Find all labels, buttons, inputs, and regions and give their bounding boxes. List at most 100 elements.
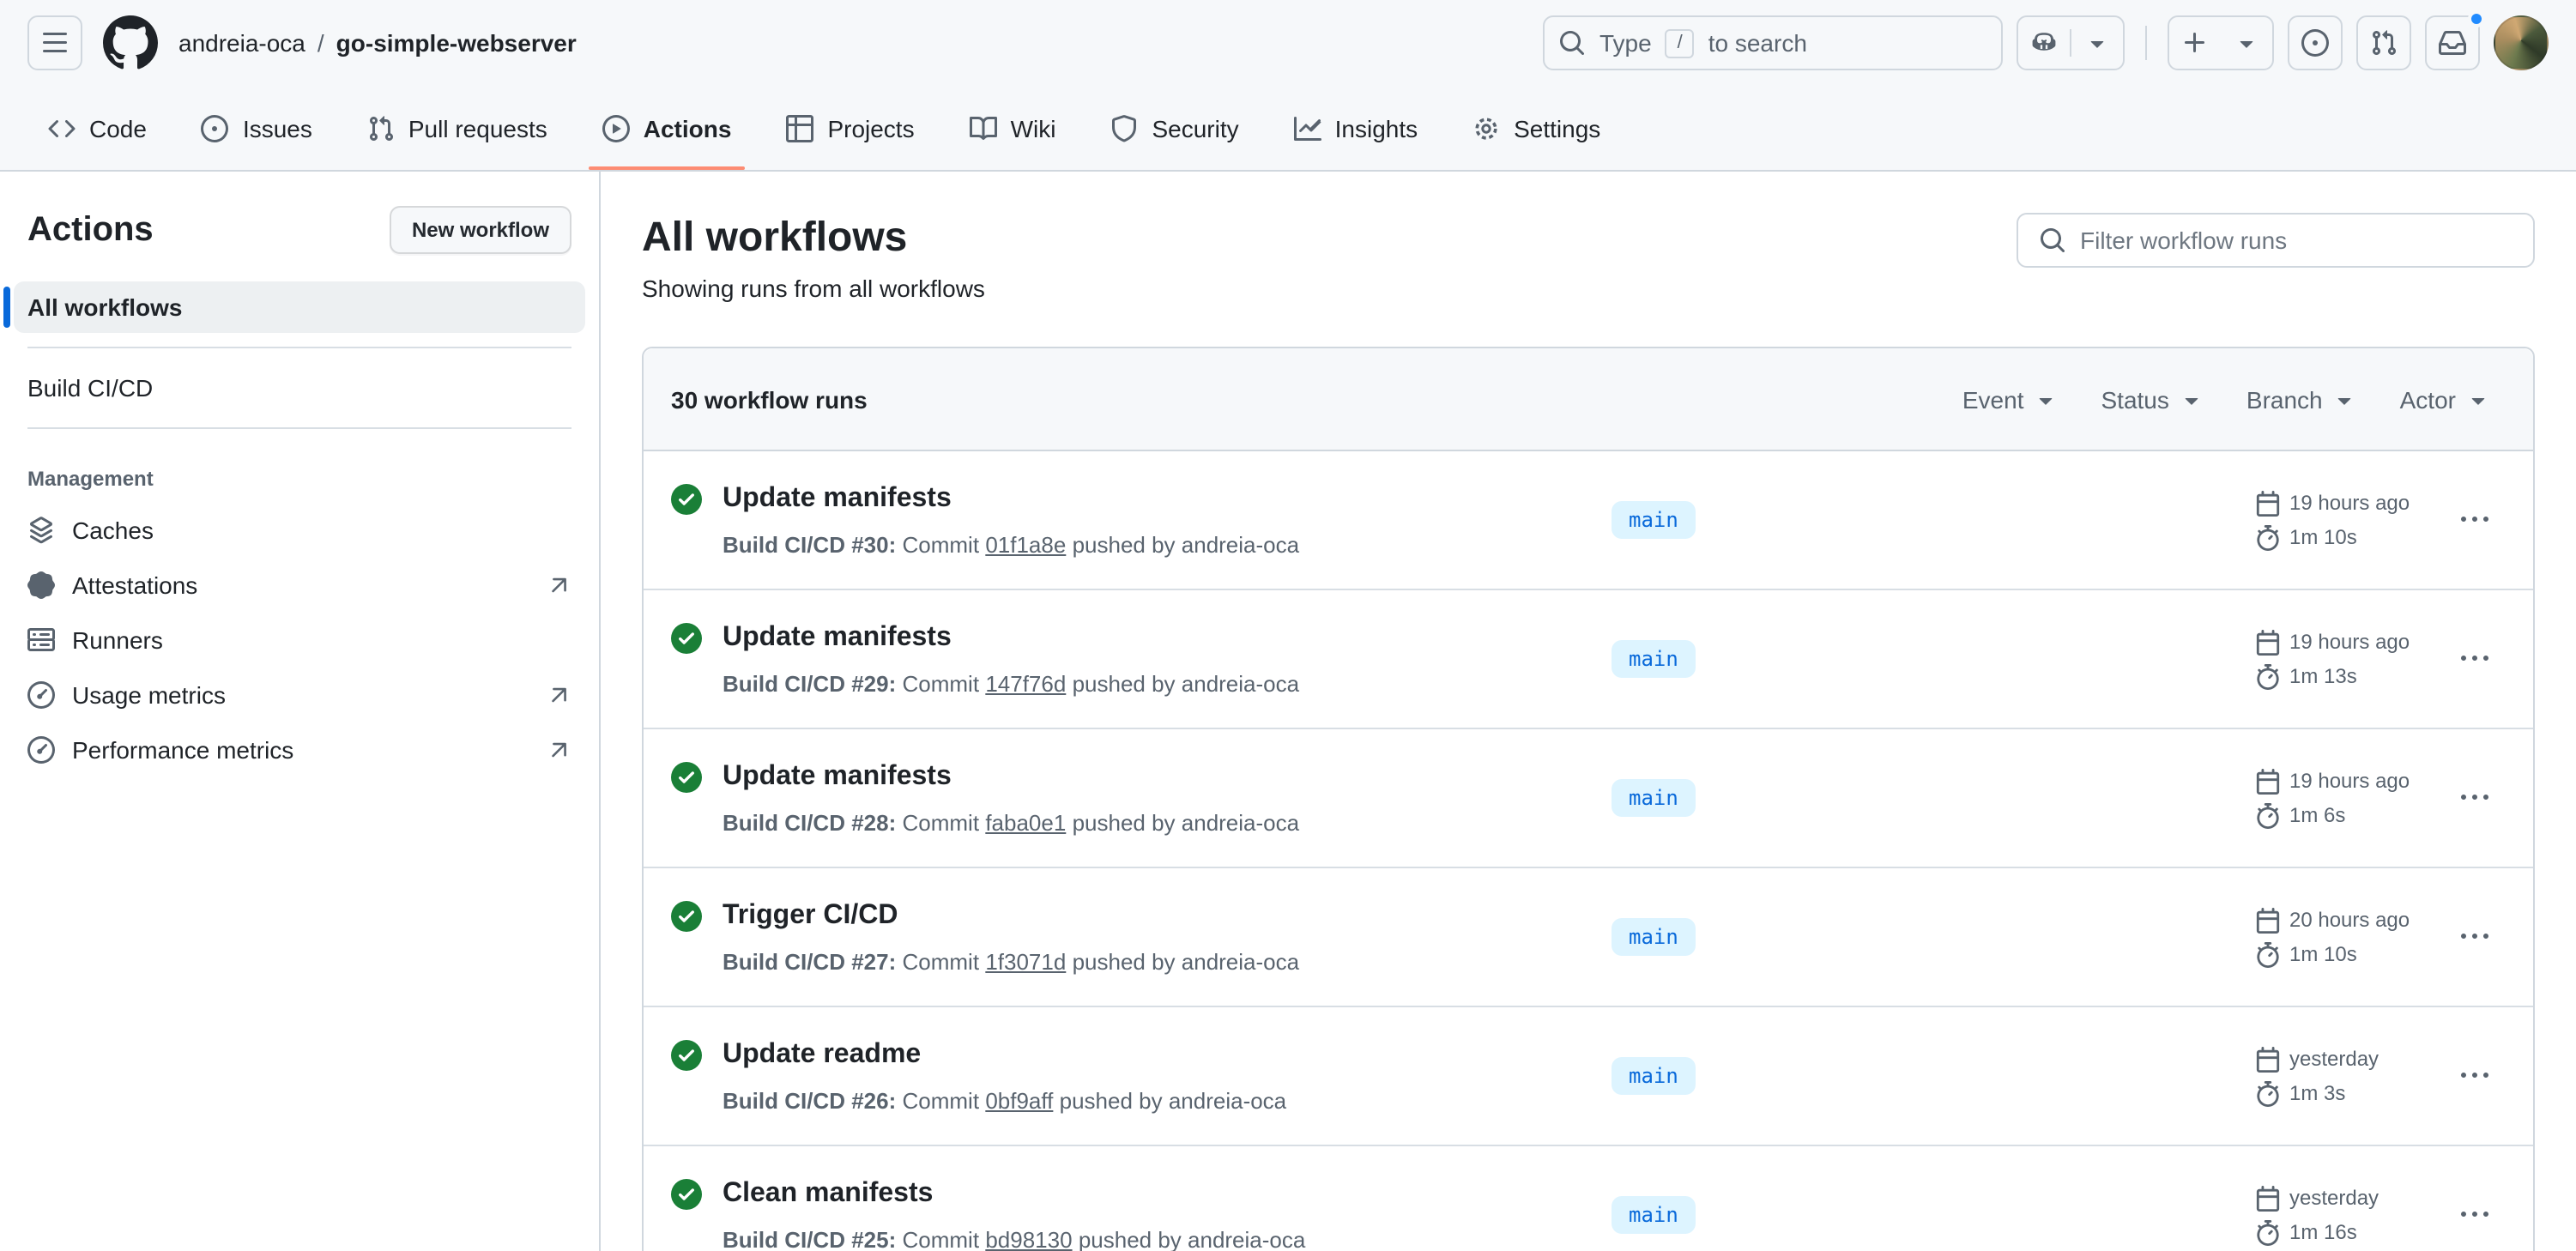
stack-icon xyxy=(27,517,55,544)
run-started-time: 19 hours ago xyxy=(2255,768,2444,794)
tab-actions[interactable]: Actions xyxy=(589,86,746,170)
app-header: andreia-oca / go-simple-webserver Type /… xyxy=(0,0,2576,86)
run-title-link[interactable]: Update manifests xyxy=(723,479,952,520)
pull-requests-header-button[interactable] xyxy=(2356,15,2411,70)
branch-badge[interactable]: main xyxy=(1612,779,1696,817)
tab-wiki[interactable]: Wiki xyxy=(956,86,1070,170)
calendar-icon xyxy=(2255,1046,2281,1072)
search-placeholder-pre: Type xyxy=(1599,29,1652,57)
success-check-icon xyxy=(671,762,702,839)
sidebar-item-attestations[interactable]: Attestations xyxy=(14,559,585,611)
workflow-run-row[interactable]: Update manifests Build CI/CD #29: Commit… xyxy=(644,589,2533,728)
run-options-kebab-button[interactable] xyxy=(2444,1188,2506,1242)
workflow-run-row[interactable]: Trigger CI/CD Build CI/CD #27: Commit 1f… xyxy=(644,867,2533,1006)
run-branch-cell: main xyxy=(1612,918,2255,956)
filter-workflow-runs-box xyxy=(2017,213,2535,268)
run-title-link[interactable]: Update readme xyxy=(723,1035,921,1076)
issues-header-button[interactable] xyxy=(2288,15,2343,70)
sidebar-item-runners[interactable]: Runners xyxy=(14,614,585,666)
actions-sidebar: Actions New workflow All workflows Build… xyxy=(0,172,601,1251)
copilot-button[interactable] xyxy=(2017,15,2125,70)
sidebar-item-usage-metrics[interactable]: Usage metrics xyxy=(14,669,585,721)
sidebar-item-performance-metrics[interactable]: Performance metrics xyxy=(14,724,585,776)
run-summary: Update manifests Build CI/CD #29: Commit… xyxy=(671,618,1612,700)
run-time-cell: 20 hours ago 1m 10s xyxy=(2255,907,2444,967)
sidebar-item-all-workflows[interactable]: All workflows xyxy=(14,281,585,333)
filter-workflow-runs-input[interactable] xyxy=(2080,227,2513,254)
page-subtitle: Showing runs from all workflows xyxy=(642,275,985,302)
avatar[interactable] xyxy=(2494,15,2549,70)
global-search-input[interactable]: Type / to search xyxy=(1543,15,2003,70)
sidebar-item-build-cicd[interactable]: Build CI/CD xyxy=(14,362,585,414)
run-title-link[interactable]: Update manifests xyxy=(723,757,952,798)
run-options-kebab-button[interactable] xyxy=(2444,771,2506,825)
branch-filter-button[interactable]: Branch xyxy=(2233,378,2373,420)
run-options-kebab-button[interactable] xyxy=(2444,1049,2506,1103)
run-title-link[interactable]: Update manifests xyxy=(723,618,952,659)
tab-pull-requests[interactable]: Pull requests xyxy=(354,86,561,170)
search-icon xyxy=(2039,227,2066,254)
hamburger-menu-button[interactable] xyxy=(27,15,82,70)
commit-link[interactable]: faba0e1 xyxy=(985,810,1066,836)
run-options-kebab-button[interactable] xyxy=(2444,493,2506,547)
new-workflow-button[interactable]: New workflow xyxy=(390,206,571,254)
commit-link[interactable]: 147f76d xyxy=(985,671,1066,697)
success-check-icon xyxy=(671,901,702,978)
run-text: Update manifests Build CI/CD #30: Commit… xyxy=(723,479,1299,561)
stopwatch-icon xyxy=(2255,802,2281,828)
branch-badge[interactable]: main xyxy=(1612,1196,1696,1234)
commit-link[interactable]: bd98130 xyxy=(985,1227,1072,1251)
copilot-icon[interactable] xyxy=(2018,17,2070,69)
create-new-button[interactable] xyxy=(2168,15,2274,70)
branch-badge[interactable]: main xyxy=(1612,918,1696,956)
commit-link[interactable]: 01f1a8e xyxy=(985,532,1066,558)
workflow-run-row[interactable]: Clean manifests Build CI/CD #25: Commit … xyxy=(644,1145,2533,1251)
create-new-dropdown-caret[interactable] xyxy=(2221,17,2272,69)
triangle-down-icon xyxy=(2464,385,2492,413)
run-started-time: 19 hours ago xyxy=(2255,629,2444,655)
tab-issues[interactable]: Issues xyxy=(188,86,326,170)
branch-badge[interactable]: main xyxy=(1612,501,1696,539)
header-left: andreia-oca / go-simple-webserver xyxy=(27,15,577,70)
breadcrumb-repo-link[interactable]: go-simple-webserver xyxy=(336,29,577,57)
copilot-dropdown-caret[interactable] xyxy=(2071,17,2123,69)
commit-link[interactable]: 1f3071d xyxy=(985,949,1066,975)
shield-icon xyxy=(1110,114,1138,142)
workflow-run-row[interactable]: Update manifests Build CI/CD #30: Commit… xyxy=(644,451,2533,589)
run-time-cell: 19 hours ago 1m 13s xyxy=(2255,629,2444,689)
actor-filter-button[interactable]: Actor xyxy=(2386,378,2506,420)
run-time-cell: 19 hours ago 1m 6s xyxy=(2255,768,2444,828)
run-summary: Update readme Build CI/CD #26: Commit 0b… xyxy=(671,1035,1612,1117)
event-filter-button[interactable]: Event xyxy=(1949,378,2074,420)
workflow-run-row[interactable]: Update manifests Build CI/CD #28: Commit… xyxy=(644,728,2533,867)
tab-code[interactable]: Code xyxy=(34,86,160,170)
tab-settings[interactable]: Settings xyxy=(1459,86,1614,170)
status-filter-button[interactable]: Status xyxy=(2088,378,2219,420)
commit-link[interactable]: 0bf9aff xyxy=(985,1088,1053,1114)
tab-projects[interactable]: Projects xyxy=(772,86,928,170)
run-workflow-number: Build CI/CD #25: xyxy=(723,1227,896,1251)
breadcrumb-owner-link[interactable]: andreia-oca xyxy=(178,29,305,57)
inbox-button[interactable] xyxy=(2425,15,2480,70)
success-check-icon xyxy=(671,484,702,561)
sidebar-divider xyxy=(27,427,571,429)
sidebar-item-caches[interactable]: Caches xyxy=(14,505,585,556)
git-pull-request-icon xyxy=(2370,29,2398,57)
run-meta-text: Commit xyxy=(903,671,980,697)
tab-insights[interactable]: Insights xyxy=(1280,86,1432,170)
plus-icon[interactable] xyxy=(2169,17,2221,69)
run-text: Update manifests Build CI/CD #28: Commit… xyxy=(723,757,1299,839)
github-logo[interactable] xyxy=(103,15,158,70)
run-options-kebab-button[interactable] xyxy=(2444,910,2506,964)
branch-badge[interactable]: main xyxy=(1612,640,1696,678)
tab-security[interactable]: Security xyxy=(1097,86,1252,170)
run-options-kebab-button[interactable] xyxy=(2444,632,2506,686)
run-title-link[interactable]: Clean manifests xyxy=(723,1174,933,1215)
run-title-link[interactable]: Trigger CI/CD xyxy=(723,896,898,937)
issue-opened-icon xyxy=(2301,29,2329,57)
run-meta-text: Commit xyxy=(903,949,980,975)
branch-badge[interactable]: main xyxy=(1612,1057,1696,1095)
run-text: Trigger CI/CD Build CI/CD #27: Commit 1f… xyxy=(723,896,1299,978)
workflow-run-row[interactable]: Update readme Build CI/CD #26: Commit 0b… xyxy=(644,1006,2533,1145)
external-link-icon xyxy=(547,573,571,597)
